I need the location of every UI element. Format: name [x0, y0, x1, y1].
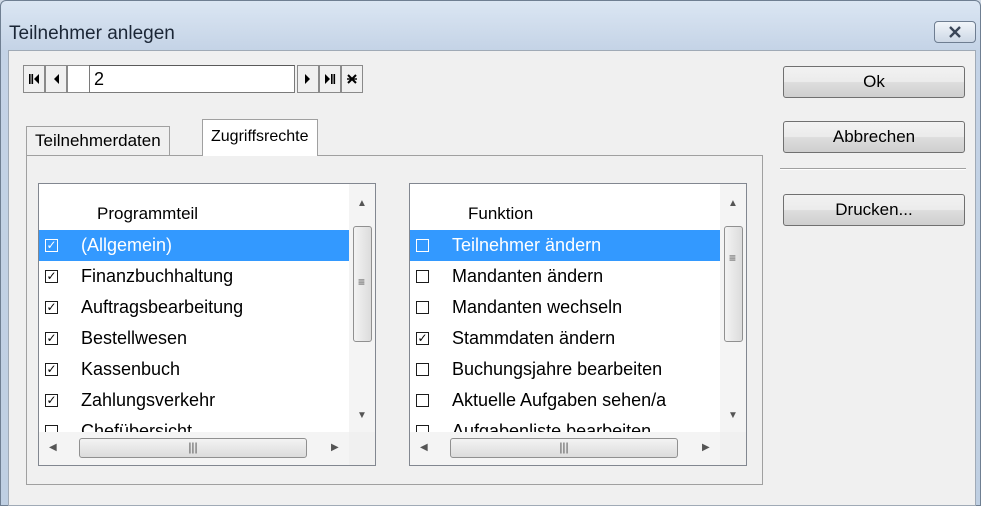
checkbox-checked[interactable]: ✓ — [45, 239, 58, 252]
list-item-label: Bestellwesen — [81, 328, 188, 348]
list-item[interactable]: ✓ Stammdaten ändern — [410, 323, 720, 354]
list-item-label: Aktuelle Aufgaben sehen/a — [452, 390, 667, 410]
list-item[interactable]: Mandanten wechseln — [410, 292, 720, 323]
list-item-label: Stammdaten ändern — [452, 328, 616, 348]
column-header-label: Funktion — [468, 204, 534, 223]
list-item[interactable]: Chefübersicht — [39, 416, 349, 432]
list-item-label: Auftragsbearbeitung — [81, 297, 244, 317]
checkbox-checked[interactable]: ✓ — [45, 363, 58, 376]
dialog-window: Teilnehmer anlegen 2 Teilnehmerdaten Zug… — [0, 0, 981, 506]
list-item[interactable]: ✓ Finanzbuchhaltung — [39, 261, 349, 292]
funktion-list[interactable]: Funktion Teilnehmer ändern Mandanten ände… — [409, 183, 747, 466]
scroll-right-icon[interactable]: ▶ — [331, 442, 339, 453]
prev-record-button[interactable] — [45, 65, 67, 93]
list-item-label: Mandanten ändern — [452, 266, 604, 286]
close-button[interactable] — [934, 21, 976, 43]
checkbox-checked[interactable]: ✓ — [45, 270, 58, 283]
scrollbar-thumb[interactable]: ||| — [79, 438, 307, 458]
list-item-label: Zahlungsverkehr — [81, 390, 216, 410]
list-item[interactable]: ✓ Auftragsbearbeitung — [39, 292, 349, 323]
list-item[interactable]: ✓ (Allgemein) — [39, 230, 349, 261]
checkbox-unchecked[interactable] — [416, 301, 429, 314]
list-item-label: Kassenbuch — [81, 359, 181, 379]
checkbox-unchecked[interactable] — [45, 425, 58, 432]
grip-icon: ≡ — [729, 251, 737, 265]
checkbox-checked[interactable]: ✓ — [45, 332, 58, 345]
checkbox-unchecked[interactable] — [416, 394, 429, 407]
programmteil-rows: ✓ (Allgemein) ✓ Finanzbuchhaltung ✓ Auftragsb… — [39, 230, 349, 432]
checkbox-checked[interactable]: ✓ — [45, 394, 58, 407]
title-bar: Teilnehmer anlegen — [1, 1, 980, 45]
scrollbar-corner — [720, 432, 746, 465]
horizontal-scrollbar[interactable]: ◀ ||| ▶ — [410, 432, 746, 465]
scroll-left-icon[interactable]: ◀ — [49, 442, 57, 453]
list-item-label: Chefübersicht — [81, 421, 193, 432]
cancel-record-icon — [347, 74, 357, 84]
scrollbar-thumb[interactable]: ||| — [450, 438, 678, 458]
prev-record-icon — [54, 74, 59, 84]
cancel-button[interactable]: Abbrechen — [783, 121, 965, 153]
list-item[interactable]: Teilnehmer ändern — [410, 230, 720, 261]
cancel-record-button[interactable] — [341, 65, 363, 93]
list-item[interactable]: Mandanten ändern — [410, 261, 720, 292]
list-item[interactable]: ✓ Kassenbuch — [39, 354, 349, 385]
last-record-button[interactable] — [319, 65, 341, 93]
scroll-right-icon[interactable]: ▶ — [702, 442, 710, 453]
scrollbar-corner — [349, 432, 375, 465]
vertical-scrollbar[interactable]: ▲ ≡ ▼ — [720, 184, 746, 432]
tab-teilnehmerdaten[interactable]: Teilnehmerdaten — [26, 126, 170, 155]
scroll-down-icon[interactable]: ▼ — [357, 410, 367, 421]
list-item[interactable]: ✓ Bestellwesen — [39, 323, 349, 354]
checkbox-unchecked[interactable] — [416, 363, 429, 376]
scrollbar-thumb[interactable] — [724, 226, 743, 342]
list-item[interactable]: Aktuelle Aufgaben sehen/a — [410, 385, 720, 416]
scroll-down-icon[interactable]: ▼ — [728, 410, 738, 421]
list-item-label: Aufgabenliste bearbeiten — [452, 421, 652, 432]
last-record-icon — [325, 74, 336, 84]
list-item-label: (Allgemein) — [81, 235, 173, 255]
checkbox-unchecked[interactable] — [416, 270, 429, 283]
scroll-left-icon[interactable]: ◀ — [420, 442, 428, 453]
horizontal-scrollbar[interactable]: ◀ ||| ▶ — [39, 432, 375, 465]
close-icon — [949, 26, 961, 38]
list-item[interactable]: Aufgabenliste bearbeiten — [410, 416, 720, 432]
checkbox-unchecked[interactable] — [416, 425, 429, 432]
list-item[interactable]: Buchungsjahre bearbeiten — [410, 354, 720, 385]
grip-icon: ≡ — [358, 275, 366, 289]
programmteil-column-header[interactable]: Programmteil — [39, 196, 349, 230]
scroll-up-icon[interactable]: ▲ — [728, 198, 738, 209]
funktion-column-header[interactable]: Funktion — [410, 196, 720, 230]
first-record-icon — [29, 74, 39, 84]
tab-zugriffsrechte[interactable]: Zugriffsrechte — [202, 119, 318, 156]
next-record-button[interactable] — [297, 65, 319, 93]
column-header-label: Programmteil — [97, 204, 199, 223]
ok-button[interactable]: Ok — [783, 66, 965, 98]
vertical-scrollbar[interactable]: ▲ ≡ ▼ — [349, 184, 375, 432]
checkbox-unchecked[interactable] — [416, 239, 429, 252]
checkbox-checked[interactable]: ✓ — [416, 332, 429, 345]
list-item-label: Teilnehmer ändern — [452, 235, 602, 255]
list-item-label: Finanzbuchhaltung — [81, 266, 234, 286]
window-title: Teilnehmer anlegen — [9, 23, 175, 44]
list-item-label: Mandanten wechseln — [452, 297, 623, 317]
scroll-up-icon[interactable]: ▲ — [357, 198, 367, 209]
record-number-input[interactable]: 2 — [89, 65, 295, 93]
record-input-gap — [67, 65, 89, 93]
funktion-rows: Teilnehmer ändern Mandanten ändern Mandant… — [410, 230, 720, 432]
list-item-label: Buchungsjahre bearbeiten — [452, 359, 663, 379]
next-record-icon — [305, 74, 310, 84]
first-record-button[interactable] — [23, 65, 45, 93]
print-button[interactable]: Drucken... — [783, 194, 965, 226]
checkbox-checked[interactable]: ✓ — [45, 301, 58, 314]
list-item[interactable]: ✓ Zahlungsverkehr — [39, 385, 349, 416]
button-separator — [780, 168, 966, 170]
programmteil-list[interactable]: Programmteil ✓ (Allgemein) ✓ Finanzbuchhalt… — [38, 183, 376, 466]
